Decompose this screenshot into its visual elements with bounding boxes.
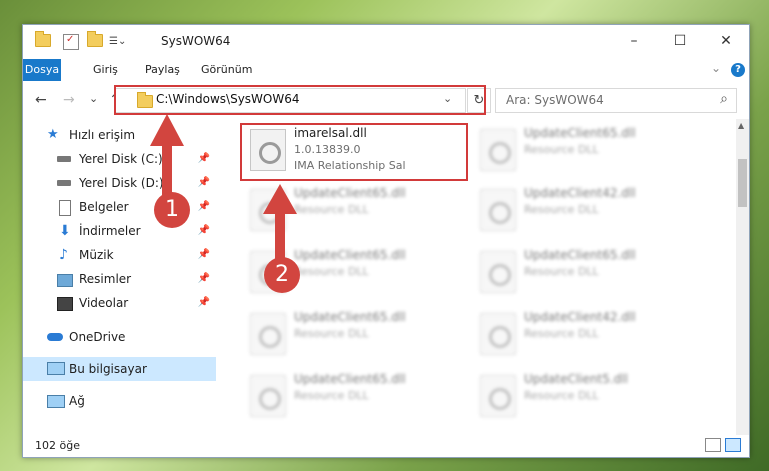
arrow-up-1 — [150, 114, 184, 196]
arrow-up-2 — [263, 184, 297, 262]
step-badge-2: 2 — [264, 257, 300, 293]
annotation-arrows — [150, 114, 297, 262]
step-badge-1: 1 — [154, 192, 190, 228]
